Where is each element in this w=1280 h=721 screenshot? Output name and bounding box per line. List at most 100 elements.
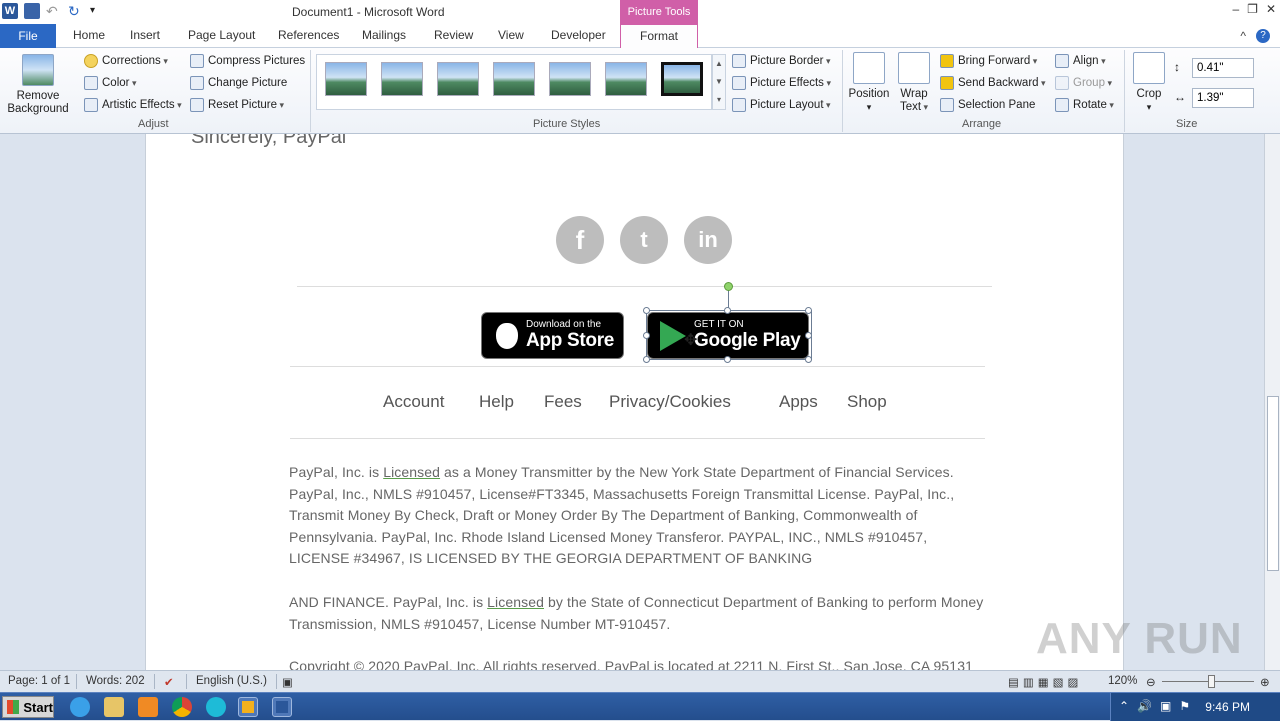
resize-handle[interactable] (724, 356, 731, 363)
resize-handle[interactable] (805, 332, 812, 339)
macro-icon[interactable]: ▣ (282, 675, 293, 689)
footer-link-privacy[interactable]: Privacy/Cookies (609, 392, 731, 412)
footer-link-help[interactable]: Help (479, 392, 514, 412)
document-page[interactable]: Sincerely, PayPal f t in Download on the… (145, 134, 1124, 670)
tab-file[interactable]: File (0, 24, 56, 48)
tab-developer[interactable]: Developer (551, 28, 606, 42)
explorer-icon[interactable] (104, 697, 124, 717)
proofing-icon[interactable]: ✔ (164, 675, 174, 689)
footer-link-shop[interactable]: Shop (847, 392, 887, 412)
customize-qat-icon[interactable]: ▾ (90, 3, 106, 19)
word-taskbar-icon[interactable] (272, 697, 292, 717)
word-count[interactable]: Words: 202 (86, 675, 145, 687)
media-player-icon[interactable] (138, 697, 158, 717)
page-count[interactable]: Page: 1 of 1 (8, 675, 70, 687)
restore-button[interactable]: ❐ (1247, 2, 1258, 16)
wrap-text-button[interactable]: Wrap Text (896, 52, 932, 114)
zoom-out-icon[interactable]: ⊖ (1146, 675, 1156, 689)
word-app-icon[interactable]: W (2, 3, 18, 19)
scrollbar-thumb[interactable] (1267, 396, 1279, 571)
bring-forward-button[interactable]: Bring Forward (940, 54, 1037, 68)
selection-pane-button[interactable]: Selection Pane (940, 98, 1035, 112)
tab-page-layout[interactable]: Page Layout (188, 28, 255, 42)
height-icon: ↕ (1174, 60, 1180, 74)
chrome-icon[interactable] (172, 697, 192, 717)
shape-height-input[interactable] (1192, 58, 1254, 78)
tab-review[interactable]: Review (434, 28, 473, 42)
crop-button[interactable]: Crop ▾ (1130, 52, 1168, 114)
language[interactable]: English (U.S.) (196, 675, 267, 687)
zoom-in-icon[interactable]: ⊕ (1260, 675, 1270, 689)
picture-layout-button[interactable]: Picture Layout (732, 98, 831, 112)
reset-picture-button[interactable]: Reset Picture (190, 98, 284, 112)
position-button[interactable]: Position ▾ (846, 52, 892, 114)
picture-effects-button[interactable]: Picture Effects (732, 76, 831, 90)
picture-border-button[interactable]: Picture Border (732, 54, 831, 68)
footer-link-apps[interactable]: Apps (779, 392, 818, 412)
resize-handle[interactable] (643, 356, 650, 363)
picture-style-thumb[interactable] (325, 62, 367, 96)
tab-view[interactable]: View (498, 28, 524, 42)
send-backward-button[interactable]: Send Backward (940, 76, 1046, 90)
resize-handle[interactable] (805, 356, 812, 363)
ie-icon[interactable] (70, 697, 90, 717)
zoom-level[interactable]: 120% (1108, 675, 1137, 687)
group-button[interactable]: Group (1055, 76, 1112, 90)
clock[interactable]: 9:46 PM (1205, 700, 1250, 714)
corrections-button[interactable]: Corrections (84, 54, 168, 68)
picture-style-thumb[interactable] (381, 62, 423, 96)
artistic-effects-button[interactable]: Artistic Effects (84, 98, 182, 112)
legal-paragraph-2: AND FINANCE. PayPal, Inc. is Licensed by… (289, 592, 989, 635)
tray-icons[interactable]: ⌃🔊▣⚑ (1119, 699, 1198, 713)
minimize-ribbon-icon[interactable]: ^ (1240, 29, 1246, 43)
ribbon-tabs: File Home Insert Page Layout References … (0, 24, 1280, 49)
app-store-badge[interactable]: Download on the App Store (481, 312, 624, 359)
wrap-label-1: Wrap (900, 88, 928, 100)
artistic-effects-label: Artistic Effects (102, 99, 182, 111)
redo-icon[interactable]: ↻ (68, 3, 84, 19)
view-buttons[interactable]: ▤▥▦▧▨ (1008, 675, 1082, 689)
ribbon: Remove Background Corrections Color Arti… (0, 48, 1280, 134)
tab-format[interactable]: Format (620, 24, 698, 49)
rotation-handle[interactable] (724, 282, 733, 291)
undo-icon[interactable]: ↶ (46, 3, 62, 19)
picture-layout-icon (732, 98, 746, 112)
resize-handle[interactable] (805, 307, 812, 314)
google-play-badge[interactable]: GET IT ON Google Play (647, 312, 809, 359)
rotate-icon (1055, 98, 1069, 112)
footer-link-fees[interactable]: Fees (544, 392, 582, 412)
minimize-button[interactable]: – (1232, 2, 1239, 16)
gallery-scroll[interactable]: ▲ ▼ ▾ (712, 54, 726, 110)
color-icon (84, 76, 98, 90)
vertical-scrollbar[interactable] (1264, 134, 1280, 670)
tab-home[interactable]: Home (73, 28, 105, 42)
save-icon[interactable] (24, 3, 40, 19)
close-button[interactable]: ✕ (1266, 2, 1276, 16)
change-picture-button[interactable]: Change Picture (190, 76, 287, 90)
outlook-icon[interactable] (238, 697, 258, 717)
align-button[interactable]: Align (1055, 54, 1106, 68)
resize-handle[interactable] (724, 307, 731, 314)
resize-handle[interactable] (643, 307, 650, 314)
start-label: Start (23, 699, 53, 715)
start-button[interactable]: Start (2, 696, 54, 718)
picture-style-thumb[interactable] (437, 62, 479, 96)
shape-width-input[interactable] (1192, 88, 1254, 108)
edge-icon[interactable] (206, 697, 226, 717)
tab-references[interactable]: References (278, 28, 339, 42)
picture-style-thumb[interactable] (549, 62, 591, 96)
quick-access-toolbar: W ↶ ↻ ▾ (2, 3, 106, 19)
rotate-button[interactable]: Rotate (1055, 98, 1114, 112)
compress-pictures-button[interactable]: Compress Pictures (190, 54, 305, 68)
resize-handle[interactable] (643, 332, 650, 339)
picture-style-thumb[interactable] (605, 62, 647, 96)
footer-link-account[interactable]: Account (383, 392, 444, 412)
zoom-slider-knob[interactable] (1208, 675, 1215, 688)
picture-style-thumb-selected[interactable] (661, 62, 703, 96)
tab-insert[interactable]: Insert (130, 28, 160, 42)
remove-background-button[interactable]: Remove Background (4, 54, 72, 116)
picture-style-thumb[interactable] (493, 62, 535, 96)
color-button[interactable]: Color (84, 76, 137, 90)
help-icon[interactable]: ? (1256, 29, 1270, 43)
tab-mailings[interactable]: Mailings (362, 28, 406, 42)
